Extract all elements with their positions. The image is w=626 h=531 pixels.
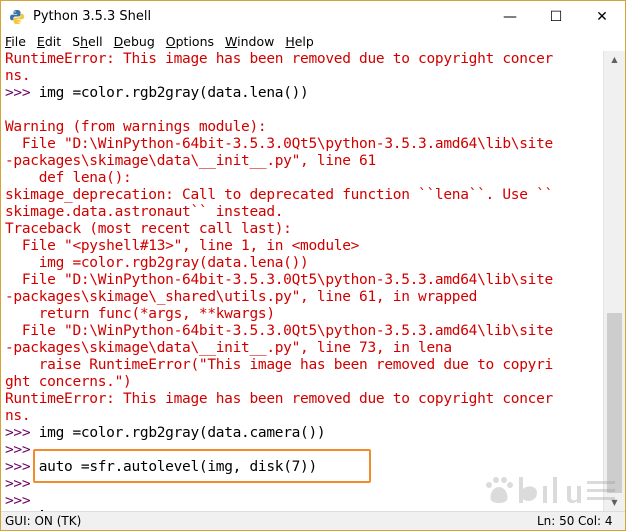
console-line: -packages\skimage\data\__init__.py", lin… <box>5 153 376 169</box>
close-icon: ✕ <box>596 8 608 25</box>
console-line: def lena(): <box>5 170 132 186</box>
console-line: File "D:\WinPython-64bit-3.5.3.0Qt5\pyth… <box>5 272 553 288</box>
status-bar: GUI: ON (TK) Ln: 50 Col: 4 <box>1 511 625 530</box>
console-line: RuntimeError: This image has been remove… <box>5 391 553 407</box>
console-line: >>> <box>5 493 553 510</box>
window-controls: — ☐ ✕ <box>487 1 625 32</box>
menu-debug[interactable]: Debug <box>109 34 161 49</box>
console-line: img =color.rgb2gray(data.lena()) <box>5 255 309 271</box>
python-logo-icon <box>9 9 25 25</box>
highlight-annotation-box <box>33 449 371 483</box>
console-output: RuntimeError: This image has been remove… <box>5 51 553 511</box>
console-line: ns. <box>5 68 31 84</box>
title-bar[interactable]: Python 3.5.3 Shell — ☐ ✕ <box>1 1 625 32</box>
menu-help[interactable]: Help <box>280 34 320 49</box>
menu-file[interactable]: File <box>1 34 32 49</box>
gui-status-label: GUI: ON (TK) <box>5 514 82 528</box>
baidu-watermark-logo <box>486 477 615 504</box>
close-button[interactable]: ✕ <box>579 1 625 32</box>
scroll-thumb[interactable] <box>607 313 622 493</box>
menu-edit[interactable]: Edit <box>32 34 67 49</box>
minimize-button[interactable]: — <box>487 1 533 32</box>
menu-window[interactable]: Window <box>220 34 280 49</box>
window-title: Python 3.5.3 Shell <box>33 9 152 24</box>
shell-prompt: >>> <box>5 493 39 509</box>
console-line: ght concerns.") <box>5 374 132 390</box>
console-line: >>> img =color.rgb2gray(data.lena()) <box>5 85 553 102</box>
maximize-button[interactable]: ☐ <box>533 1 579 32</box>
console-line: RuntimeError: This image has been remove… <box>5 51 553 67</box>
vertical-scrollbar[interactable]: ▲ ▼ <box>603 51 625 511</box>
console-line: -packages\skimage\data\__init__.py", lin… <box>5 340 452 356</box>
console-line: >>> img =color.rgb2gray(data.camera()) <box>5 425 553 442</box>
idle-shell-window: Python 3.5.3 Shell — ☐ ✕ File Edit Shell… <box>0 0 626 531</box>
console-line: skimage_deprecation: Call to deprecated … <box>5 187 553 203</box>
console-line: return func(*args, **kwargs) <box>5 306 275 322</box>
shell-prompt: >>> <box>5 85 39 101</box>
console-line: File "D:\WinPython-64bit-3.5.3.0Qt5\pyth… <box>5 323 553 339</box>
shell-prompt: >>> <box>5 425 39 441</box>
line-number-label: Ln: 50 <box>537 514 575 528</box>
menu-bar: File Edit Shell Debug Options Window Hel… <box>1 32 625 51</box>
console-line: Traceback (most recent call last): <box>5 221 292 237</box>
menu-options[interactable]: Options <box>161 34 220 49</box>
command-text: img =color.rgb2gray(data.lena()) <box>38 85 309 101</box>
console-line: File "<pyshell#13>", line 1, in <module> <box>5 238 360 254</box>
column-number-label: Col: 4 <box>578 514 613 528</box>
console-line: File "D:\WinPython-64bit-3.5.3.0Qt5\pyth… <box>5 136 553 152</box>
minimize-icon: — <box>503 8 517 25</box>
maximize-icon: ☐ <box>549 8 563 25</box>
console-line: skimage.data.astronaut`` instead. <box>5 204 284 220</box>
shell-text-area[interactable]: RuntimeError: This image has been remove… <box>2 51 602 511</box>
console-line: raise RuntimeError("This image has been … <box>5 357 554 373</box>
scroll-up-arrow-icon[interactable]: ▲ <box>604 51 625 68</box>
console-line: ns. <box>5 408 31 424</box>
command-text: img =color.rgb2gray(data.camera()) <box>38 425 326 441</box>
console-line: Warning (from warnings module): <box>5 119 267 135</box>
menu-shell[interactable]: Shell <box>67 34 109 49</box>
console-line: -packages\skimage\_shared\utils.py", lin… <box>5 289 478 305</box>
